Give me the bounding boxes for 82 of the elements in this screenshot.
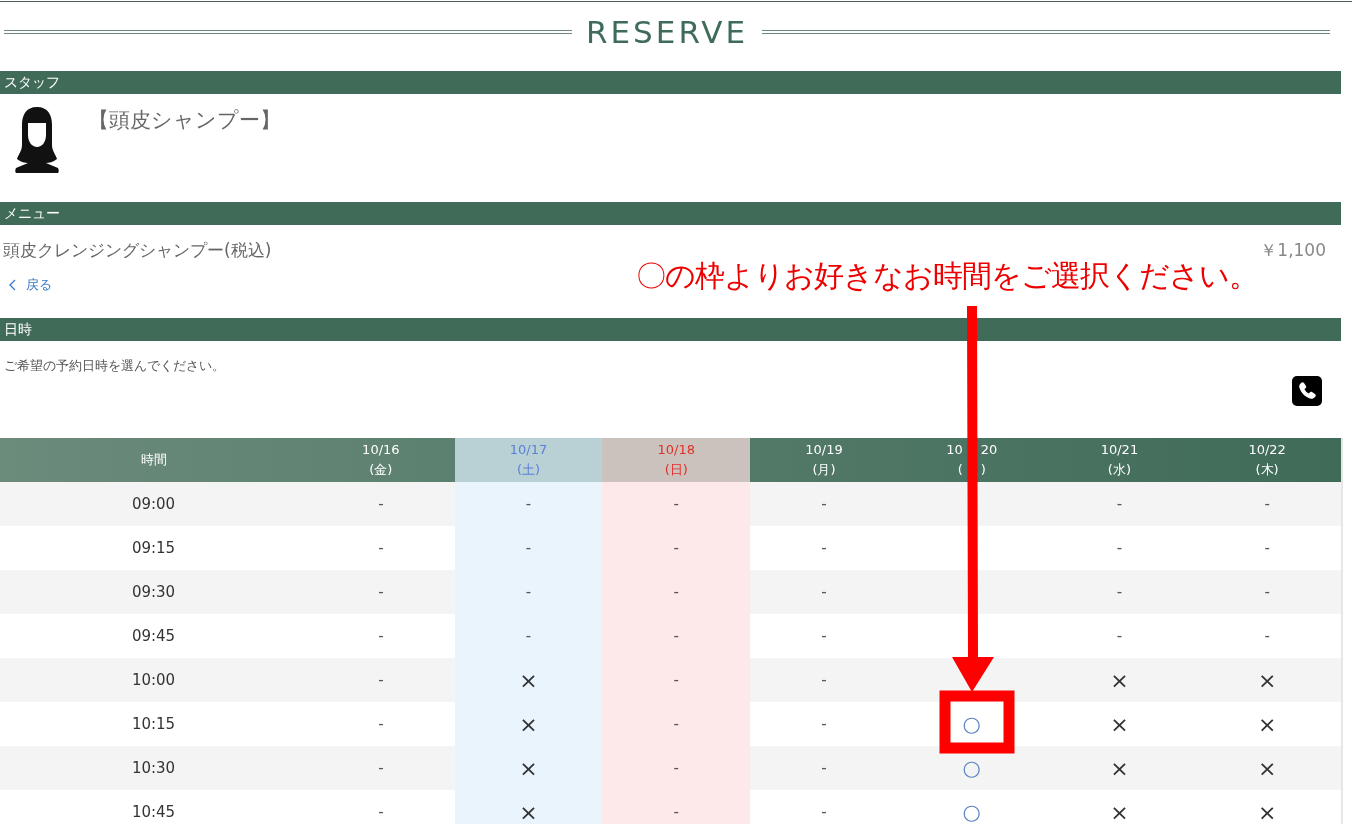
date-header-fragment: 20 — [980, 441, 998, 459]
slot-mark: - — [378, 671, 384, 689]
slot-mark: × — [1110, 799, 1129, 824]
slot-mark: - — [821, 715, 827, 733]
slot-mark: - — [821, 495, 827, 513]
column-header: 時間 — [139, 451, 168, 469]
slot-mark: × — [519, 755, 538, 781]
slot-mark: - — [673, 715, 679, 733]
date-header: 10/19 (月) — [804, 441, 844, 479]
time-cell-text: 09:00 — [130, 494, 177, 515]
slot-mark: - — [1264, 583, 1270, 601]
slot-mark: - — [525, 583, 532, 601]
time-cell-text: 09:15 — [130, 538, 177, 559]
date-header: 10/22 (木) — [1247, 441, 1287, 479]
slot-mark: - — [378, 495, 384, 513]
time-cell-text: 10:30 — [130, 758, 177, 779]
date-header: 10/17 (土) — [454, 438, 603, 482]
slot-mark: - — [821, 539, 827, 557]
slot-mark: - — [378, 715, 384, 733]
time-cell-text: 09:45 — [130, 626, 177, 647]
weekday-fragment: ) — [980, 461, 986, 479]
slot-mark: - — [673, 583, 679, 601]
back-link[interactable]: 戻る — [8, 276, 52, 294]
date-header: 10/21 (水) — [1099, 441, 1140, 479]
available-slot[interactable]: ○ — [962, 801, 981, 823]
slot-mark: - — [1116, 495, 1123, 513]
slot-mark: - — [525, 539, 532, 557]
slot-mark: - — [673, 539, 679, 557]
slot-mark: - — [1116, 627, 1123, 645]
slot-mark: - — [673, 495, 679, 513]
date-header: 10/16 (金) — [361, 441, 401, 479]
annotation-text: 〇の枠よりお好きなお時間をご選択ください。 — [636, 257, 1258, 295]
date-header-fragment: 10 — [946, 441, 963, 459]
date-header: 10/18 (日) — [602, 438, 751, 482]
slot-mark: - — [1116, 539, 1123, 557]
slot-mark: - — [821, 759, 827, 777]
section-header: 日時 — [0, 318, 1341, 341]
slot-mark: - — [525, 495, 532, 513]
person-silhouette-icon — [12, 105, 62, 173]
slot-mark: × — [519, 667, 538, 693]
slot-mark: - — [821, 803, 827, 821]
slot-mark: - — [378, 803, 384, 821]
slot-mark: × — [1257, 799, 1277, 824]
slot-mark: - — [673, 671, 679, 689]
weekday-fragment: ( — [957, 461, 963, 479]
slot-mark: × — [1110, 711, 1129, 737]
available-slot[interactable]: ○ — [962, 757, 981, 779]
time-cell-text: 09:30 — [130, 582, 177, 603]
slot-mark: × — [1257, 711, 1277, 737]
time-cell-text: 10:00 — [130, 670, 177, 691]
phone-icon[interactable] — [1292, 376, 1322, 406]
section-header: スタッフ — [0, 71, 1341, 94]
slot-mark: × — [1257, 755, 1277, 781]
slot-mark: - — [1264, 495, 1270, 513]
slot-mark: - — [821, 671, 827, 689]
instruction-text: ご希望の予約日時を選んでください。 — [3, 357, 226, 375]
slot-mark: × — [1257, 667, 1277, 693]
slot-mark: - — [1116, 583, 1123, 601]
slot-mark: - — [525, 627, 532, 645]
slot-mark: - — [673, 627, 679, 645]
available-slot[interactable]: ○ — [962, 713, 981, 735]
slot-mark: - — [673, 759, 679, 777]
slot-mark: - — [821, 627, 827, 645]
price: ￥1,100 — [1260, 239, 1326, 262]
slot-mark: - — [378, 539, 384, 557]
slot-mark: - — [378, 759, 384, 777]
staff-name: 【頭皮シャンプー】 — [88, 107, 281, 134]
slot-mark: - — [821, 583, 827, 601]
page-title: RESERVE — [586, 13, 748, 50]
section-header: メニュー — [0, 202, 1341, 225]
slot-mark: - — [1264, 539, 1270, 557]
slot-mark: × — [519, 799, 538, 824]
slot-mark: - — [673, 803, 679, 821]
slot-mark: - — [1264, 627, 1270, 645]
slot-mark: × — [1110, 755, 1129, 781]
slot-mark: - — [378, 627, 384, 645]
slot-mark: × — [519, 711, 538, 737]
time-cell-text: 10:15 — [130, 714, 177, 735]
slot-mark: × — [1110, 667, 1129, 693]
chevron-left-icon — [8, 279, 16, 291]
time-cell-text: 10:45 — [130, 802, 177, 823]
slot-mark: - — [378, 583, 384, 601]
